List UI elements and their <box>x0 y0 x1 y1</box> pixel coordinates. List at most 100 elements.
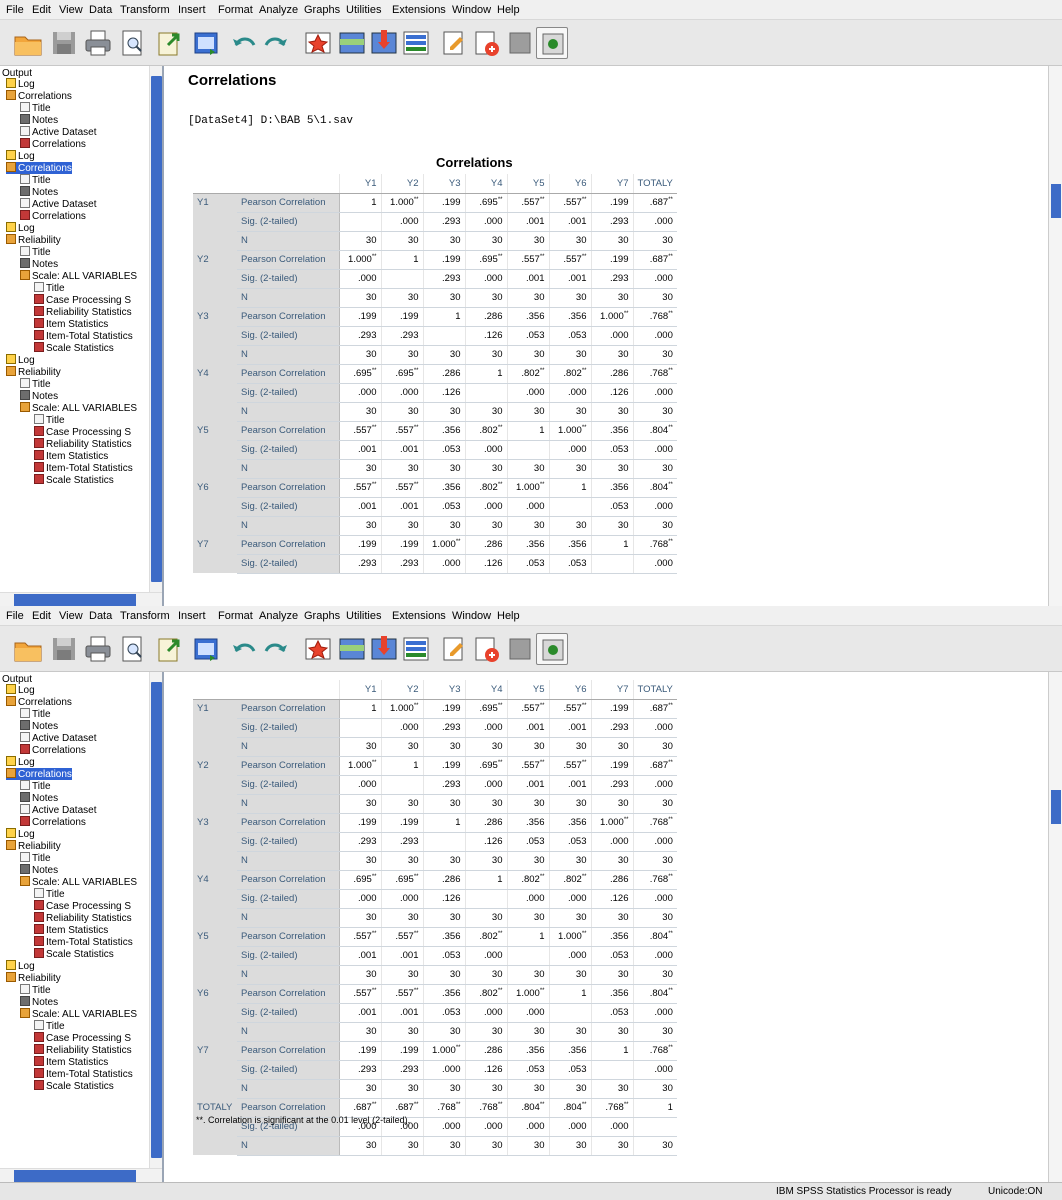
table-cell[interactable]: 1 <box>464 364 507 384</box>
table-cell[interactable]: 1 <box>548 984 591 1004</box>
table-cell[interactable]: .199 <box>422 756 465 776</box>
outline-item[interactable]: Correlations <box>6 162 72 174</box>
menu-file[interactable]: File <box>6 4 24 16</box>
table-cell[interactable]: .000 <box>632 718 677 738</box>
outline-item[interactable]: Case Processing S <box>34 900 131 912</box>
table-cell[interactable]: .286 <box>464 307 507 327</box>
table-cell[interactable]: 30 <box>464 231 507 251</box>
table-cell[interactable]: .695** <box>380 364 423 384</box>
table-cell[interactable]: 1.000** <box>380 699 423 719</box>
table-cell[interactable]: .000 <box>380 718 423 738</box>
table-cell[interactable]: .286 <box>422 364 465 384</box>
table-cell[interactable]: 1.000** <box>548 421 591 441</box>
outline-item[interactable]: Reliability Statistics <box>34 306 132 318</box>
outline-item[interactable]: Title <box>34 414 65 426</box>
print-preview-icon[interactable] <box>116 27 148 59</box>
table-cell[interactable]: .557** <box>548 699 591 719</box>
designate-window-icon[interactable] <box>470 633 502 665</box>
table-cell[interactable]: 30 <box>590 908 633 928</box>
table-cell[interactable]: .053 <box>590 497 633 517</box>
table-cell[interactable]: .804** <box>632 478 677 498</box>
table-cell[interactable]: .293 <box>380 1060 423 1080</box>
table-cell[interactable]: 30 <box>422 965 465 985</box>
table-cell[interactable]: .356 <box>422 478 465 498</box>
table-cell[interactable]: .001 <box>380 946 423 966</box>
table-cell[interactable]: .199 <box>380 535 423 555</box>
table-cell[interactable]: .000 <box>464 718 507 738</box>
outline-item[interactable]: Scale: ALL VARIABLES <box>20 270 137 282</box>
table-cell[interactable]: .804** <box>632 421 677 441</box>
table-cell[interactable]: 30 <box>506 288 549 308</box>
table-cell[interactable]: 30 <box>464 516 507 536</box>
table-cell[interactable]: .293 <box>380 832 423 852</box>
table-cell[interactable]: 30 <box>590 231 633 251</box>
table-cell[interactable]: .557** <box>506 756 549 776</box>
table-cell[interactable]: 1 <box>380 756 423 776</box>
table-cell[interactable]: .199 <box>338 307 381 327</box>
table-cell[interactable]: .768** <box>422 1098 465 1118</box>
outline-item[interactable]: Title <box>20 378 51 390</box>
table-cell[interactable]: 30 <box>548 965 591 985</box>
table-cell[interactable]: .199 <box>338 1041 381 1061</box>
table-cell[interactable]: 30 <box>422 402 465 422</box>
table-cell[interactable]: 30 <box>464 1136 507 1156</box>
outline-item[interactable]: Scale: ALL VARIABLES <box>20 1008 137 1020</box>
table-cell[interactable]: .000 <box>632 383 677 403</box>
table-cell[interactable]: .356 <box>590 984 633 1004</box>
table-cell[interactable]: 30 <box>338 1136 381 1156</box>
table-cell[interactable]: .000 <box>506 889 549 909</box>
table-cell[interactable]: 1.000** <box>506 984 549 1004</box>
table-cell[interactable]: 30 <box>380 794 423 814</box>
table-cell[interactable]: .286 <box>590 870 633 890</box>
table-cell[interactable]: 30 <box>380 516 423 536</box>
outline-item[interactable]: Notes <box>20 720 58 732</box>
table-cell[interactable]: 30 <box>632 737 677 757</box>
table-cell[interactable]: 30 <box>338 288 381 308</box>
outline-item[interactable]: Notes <box>20 114 58 126</box>
menu-transform[interactable]: Transform <box>120 4 170 16</box>
table-cell[interactable]: .000 <box>632 832 677 852</box>
outline-item[interactable]: Log <box>6 150 35 162</box>
table-cell[interactable]: 1 <box>632 1098 677 1118</box>
table-cell[interactable]: .000 <box>632 1060 677 1080</box>
undo-icon[interactable] <box>228 633 260 665</box>
menu-extensions[interactable]: Extensions <box>392 610 446 622</box>
menu-utilities[interactable]: Utilities <box>346 610 381 622</box>
table-cell[interactable]: 30 <box>380 1136 423 1156</box>
table-cell[interactable]: 30 <box>464 345 507 365</box>
table-cell[interactable]: .000 <box>632 889 677 909</box>
table-cell[interactable]: .293 <box>422 775 465 795</box>
table-cell[interactable]: .053 <box>548 326 591 346</box>
table-cell[interactable]: 30 <box>506 908 549 928</box>
table-cell[interactable]: 30 <box>506 345 549 365</box>
table-cell[interactable]: 30 <box>632 851 677 871</box>
table-cell[interactable]: .053 <box>422 440 465 460</box>
table-cell[interactable]: 30 <box>338 851 381 871</box>
table-cell[interactable]: .000 <box>548 383 591 403</box>
table-cell[interactable]: 1.000** <box>422 1041 465 1061</box>
table-cell[interactable]: .000 <box>380 212 423 232</box>
table-cell[interactable] <box>380 269 423 289</box>
menu-format[interactable]: Format <box>218 610 253 622</box>
table-cell[interactable]: .286 <box>464 813 507 833</box>
table-cell[interactable]: .356 <box>506 1041 549 1061</box>
table-cell[interactable]: .804** <box>632 984 677 1004</box>
table-cell[interactable]: .000 <box>632 497 677 517</box>
table-cell[interactable]: .356 <box>590 927 633 947</box>
menu-view[interactable]: View <box>59 4 83 16</box>
table-cell[interactable]: 30 <box>506 459 549 479</box>
menu-format[interactable]: Format <box>218 4 253 16</box>
table-cell[interactable]: 30 <box>380 1079 423 1099</box>
table-cell[interactable]: .356 <box>422 984 465 1004</box>
table-cell[interactable]: 30 <box>632 1136 677 1156</box>
table-cell[interactable]: 30 <box>506 965 549 985</box>
outline-item[interactable]: Scale Statistics <box>34 1080 114 1092</box>
table-cell[interactable]: .557** <box>380 927 423 947</box>
table-cell[interactable]: .000 <box>464 497 507 517</box>
outline-item[interactable]: Correlations <box>6 768 72 780</box>
menu-edit[interactable]: Edit <box>32 4 51 16</box>
table-cell[interactable]: 30 <box>590 1136 633 1156</box>
table-cell[interactable]: .000 <box>464 1003 507 1023</box>
table-cell[interactable]: .126 <box>464 1060 507 1080</box>
outline-item[interactable]: Scale Statistics <box>34 948 114 960</box>
